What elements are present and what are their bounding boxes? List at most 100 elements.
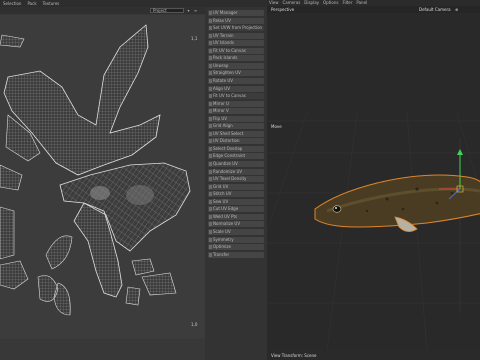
- tool-button[interactable]: Fit UV to Canvas: [208, 93, 264, 100]
- tool-button[interactable]: Sew UV: [208, 198, 264, 205]
- camera-label[interactable]: Default Camera: [419, 7, 451, 12]
- viewport-scene: [267, 112, 480, 350]
- uv-corner-label-top: 1,1: [191, 36, 198, 41]
- tool-label: Set UVW from Projection: [213, 25, 263, 31]
- tool-icon: [209, 154, 212, 159]
- tool-button[interactable]: Cut UV Edge: [208, 206, 264, 213]
- tool-button[interactable]: Grid Align: [208, 123, 264, 130]
- tool-button[interactable]: Unwrap: [208, 62, 264, 69]
- settings-icon[interactable]: ≡: [193, 8, 198, 13]
- tool-button[interactable]: Weld UV Pts: [208, 213, 264, 220]
- viewport-panel: View Cameras Display Options Filter Panel Per…: [267, 0, 480, 360]
- tool-button[interactable]: Quantize UV: [208, 161, 264, 167]
- tool-button[interactable]: Relax UV: [208, 17, 264, 24]
- viewport-header: Perspective Default Camera ⊕: [267, 6, 480, 13]
- tool-button[interactable]: Rotate UV: [208, 77, 264, 84]
- uv-canvas[interactable]: 1,1 1,0: [0, 15, 205, 339]
- tool-icon: [209, 11, 212, 15]
- tool-label: Cut UV Edge: [213, 206, 239, 212]
- uv-editor-panel: Project ▾ ≡ 1,1 1,0: [0, 7, 205, 360]
- tool-label: Optimize: [213, 244, 231, 250]
- tool-button[interactable]: Align UV: [208, 85, 264, 92]
- tool-icon: [209, 184, 212, 189]
- tool-icon: [209, 18, 212, 23]
- uv-tools-panel: UV Manager Relax UV Set UVW from Projectio…: [205, 7, 267, 360]
- tool-button[interactable]: Symmetry: [208, 236, 264, 243]
- tool-button[interactable]: UV Texel Density: [208, 176, 264, 183]
- tool-label: UV Texel Density: [213, 176, 247, 182]
- menu-item[interactable]: Textures: [40, 0, 63, 7]
- tool-icon: [209, 71, 212, 76]
- tool-icon: [209, 245, 212, 250]
- tool-label: Relax UV: [213, 17, 231, 23]
- tool-label: Mirror U: [213, 100, 229, 106]
- uv-mode-dropdown[interactable]: Project: [150, 8, 184, 13]
- tool-icon: [209, 131, 212, 136]
- tool-button[interactable]: Randomize UV: [208, 168, 264, 175]
- tool-button[interactable]: UV Distortion: [208, 138, 264, 145]
- projection-label[interactable]: Perspective: [271, 7, 294, 12]
- tool-label: Rotate UV: [213, 77, 234, 83]
- menu-item[interactable]: Pack: [24, 0, 39, 7]
- tool-button[interactable]: Fit UV to Canvas: [208, 47, 264, 54]
- tool-button[interactable]: Scale UV: [208, 228, 264, 235]
- viewport-footer: View Transform: Scene: [267, 350, 480, 360]
- tool-button[interactable]: Mirror U: [208, 100, 264, 107]
- tool-icon: [209, 48, 212, 53]
- tool-button[interactable]: Optimize: [208, 244, 264, 251]
- tool-icon: [209, 139, 212, 144]
- tool-icon: [209, 229, 212, 234]
- tool-button[interactable]: UV Shell Select: [208, 130, 264, 137]
- tool-label: Scale UV: [213, 228, 231, 234]
- viewport-canvas[interactable]: Move: [267, 13, 480, 350]
- tool-label: UV Manager: [213, 10, 238, 15]
- uv-mode-label: Project: [153, 8, 167, 13]
- tool-icon: [209, 56, 212, 61]
- tool-label: Grid UV: [213, 183, 229, 189]
- tool-icon: [209, 109, 212, 114]
- tool-button[interactable]: Mirror V: [208, 108, 264, 115]
- camera-dropdown-icon[interactable]: ⊕: [455, 7, 458, 12]
- tool-label: Edge Constraint: [213, 153, 246, 159]
- tool-button[interactable]: UV Islands: [208, 40, 264, 47]
- tool-icon: [209, 26, 212, 31]
- tool-button[interactable]: UV Manager: [208, 10, 264, 16]
- tool-label: Normalize UV: [213, 221, 241, 227]
- tool-label: Select Overlap: [213, 145, 243, 151]
- tool-label: UV Terrain: [213, 32, 234, 38]
- tool-icon: [209, 124, 212, 129]
- tool-label: Fit UV to Canvas: [213, 47, 246, 53]
- tool-button[interactable]: Transfer: [208, 251, 264, 258]
- tool-button[interactable]: Pack Islands: [208, 55, 264, 62]
- move-tool-label[interactable]: Move: [271, 124, 282, 129]
- tool-icon: [209, 94, 212, 99]
- tool-icon: [209, 199, 212, 204]
- chevron-down-icon[interactable]: ▾: [186, 8, 191, 13]
- tool-label: Pack Islands: [213, 55, 238, 61]
- tool-button[interactable]: Stitch UV: [208, 191, 264, 198]
- tool-button[interactable]: Edge Constraint: [208, 153, 264, 160]
- tool-button[interactable]: UV Terrain: [208, 32, 264, 39]
- tool-icon: [209, 237, 212, 242]
- tool-icon: [209, 116, 212, 121]
- tool-button[interactable]: Flip UV: [208, 115, 264, 122]
- tool-button[interactable]: Set UVW from Projection: [208, 25, 264, 32]
- tool-button[interactable]: Straighten UV: [208, 70, 264, 77]
- tool-icon: [209, 207, 212, 212]
- tool-label: Symmetry: [213, 236, 234, 242]
- tool-label: Weld UV Pts: [213, 213, 238, 219]
- tool-icon: [209, 192, 212, 197]
- tool-icon: [209, 222, 212, 227]
- menu-item[interactable]: Selection: [0, 0, 24, 7]
- tool-icon: [209, 101, 212, 106]
- tool-icon: [209, 33, 212, 38]
- tool-button[interactable]: Select Overlap: [208, 145, 264, 152]
- uv-corner-label-bottom: 1,0: [191, 322, 198, 327]
- tool-label: UV Shell Select: [213, 130, 244, 136]
- tool-button[interactable]: Grid UV: [208, 183, 264, 190]
- tool-label: Quantize UV: [213, 161, 238, 166]
- tool-label: UV Islands: [213, 40, 234, 46]
- tool-icon: [209, 78, 212, 83]
- tool-button[interactable]: Normalize UV: [208, 221, 264, 228]
- tool-icon: [209, 214, 212, 219]
